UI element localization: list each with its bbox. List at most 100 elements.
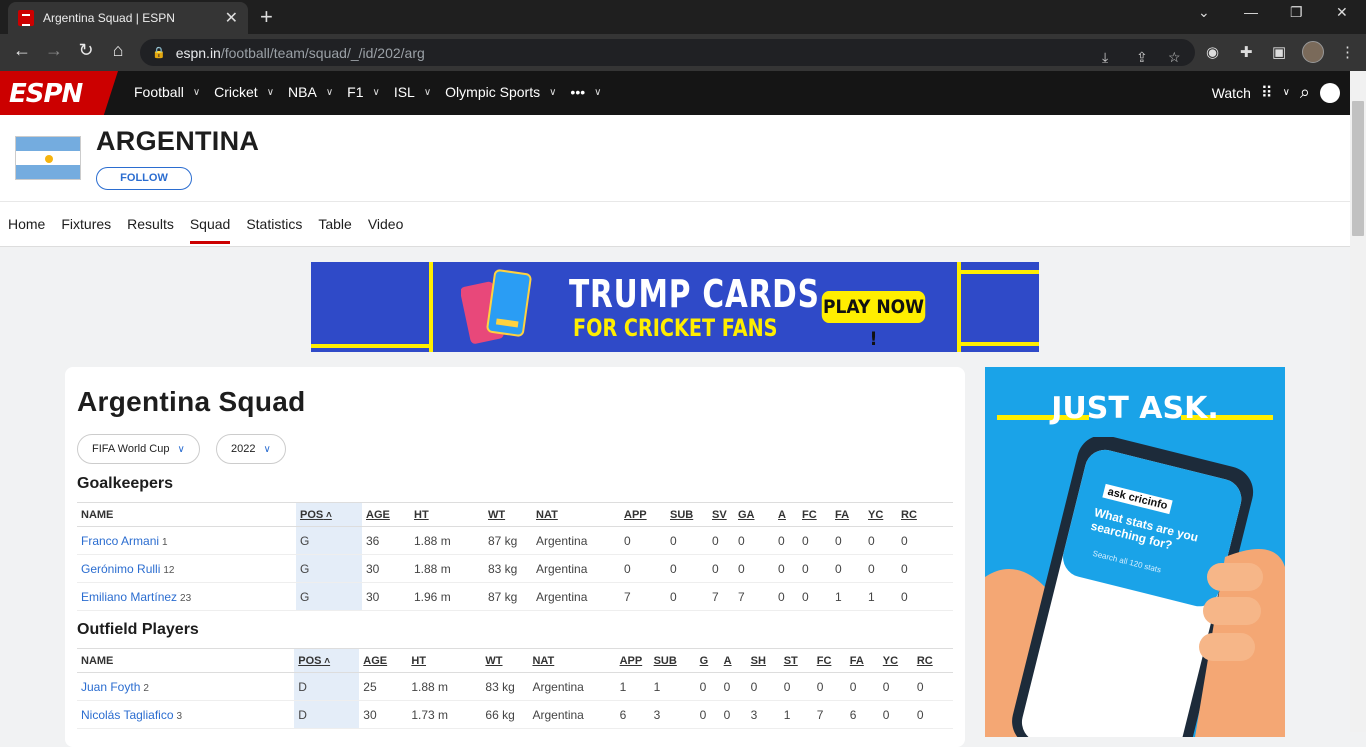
column-header-pos[interactable]: POS ˄ xyxy=(296,502,362,527)
close-tab-icon[interactable]: ✕ xyxy=(225,8,238,28)
home-icon[interactable]: ⌂ xyxy=(106,40,130,61)
nav-item-cricket[interactable]: Cricket ∨ xyxy=(214,84,274,100)
espn-logo[interactable]: ESPN xyxy=(0,71,118,115)
cell-g: 0 xyxy=(695,700,720,729)
column-header-sh[interactable]: SH xyxy=(746,648,780,673)
reload-icon[interactable]: ↻ xyxy=(74,40,98,61)
column-header-age[interactable]: AGE xyxy=(362,502,410,527)
column-header-nat[interactable]: NAT xyxy=(532,502,620,527)
column-header-wt[interactable]: WT xyxy=(481,648,529,673)
new-tab-icon[interactable]: + xyxy=(260,4,273,30)
chevron-down-icon[interactable]: ∨ xyxy=(267,87,274,98)
column-header-wt[interactable]: WT xyxy=(484,502,532,527)
column-header-yc[interactable]: YC xyxy=(878,648,913,673)
column-header-fa[interactable]: FA xyxy=(831,502,864,527)
extension-icon[interactable]: ◉ xyxy=(1206,43,1219,61)
nav-item-football[interactable]: Football ∨ xyxy=(134,84,200,100)
column-header-age[interactable]: AGE xyxy=(359,648,408,673)
player-name[interactable]: Nicolás Tagliafico xyxy=(81,708,174,722)
subnav-video[interactable]: Video xyxy=(368,216,404,244)
share-icon[interactable]: ⇪ xyxy=(1136,49,1148,66)
column-header-sub[interactable]: SUB xyxy=(666,502,708,527)
close-window-icon[interactable]: ✕ xyxy=(1336,4,1348,21)
column-header-sub[interactable]: SUB xyxy=(649,648,696,673)
chevron-down-icon[interactable]: ∨ xyxy=(326,87,333,98)
profile-avatar[interactable] xyxy=(1302,41,1324,63)
subnav-fixtures[interactable]: Fixtures xyxy=(61,216,111,244)
minimize-icon[interactable]: — xyxy=(1244,4,1258,20)
nav-item-isl[interactable]: ISL ∨ xyxy=(394,84,431,100)
player-name-link[interactable]: Franco Armani 1 xyxy=(77,526,296,555)
column-header-pos[interactable]: POS ˄ xyxy=(294,648,360,673)
scrollbar-thumb[interactable] xyxy=(1352,101,1364,236)
player-name[interactable]: Emiliano Martínez xyxy=(81,590,177,604)
chevron-down-icon[interactable]: ∨ xyxy=(549,87,556,98)
watch-link[interactable]: Watch xyxy=(1212,85,1251,101)
player-name-link[interactable]: Emiliano Martínez 23 xyxy=(77,582,296,611)
subnav-home[interactable]: Home xyxy=(8,216,45,244)
column-header-g[interactable]: G xyxy=(695,648,720,673)
column-header-ht[interactable]: HT xyxy=(407,648,482,673)
nav-item-olympic-sports[interactable]: Olympic Sports ∨ xyxy=(445,84,556,100)
chevron-down-icon[interactable]: ∨ xyxy=(1283,87,1290,98)
subnav-results[interactable]: Results xyxy=(127,216,174,244)
column-header-a[interactable]: A xyxy=(719,648,747,673)
column-header-rc[interactable]: RC xyxy=(897,502,953,527)
team-name: ARGENTINA xyxy=(96,126,260,156)
column-header-yc[interactable]: YC xyxy=(864,502,897,527)
follow-button[interactable]: FOLLOW xyxy=(96,167,192,190)
column-header-a[interactable]: A xyxy=(774,502,798,527)
column-header-app[interactable]: APP xyxy=(620,502,666,527)
trump-cards-ad[interactable]: TRUMP CARDS FOR CRICKET FANS PLAY NOW ! xyxy=(311,262,1039,352)
cell-app: 7 xyxy=(620,582,666,611)
player-name[interactable]: Gerónimo Rulli xyxy=(81,562,160,576)
player-name[interactable]: Franco Armani xyxy=(81,534,159,548)
side-panel-icon[interactable]: ▣ xyxy=(1272,43,1286,61)
column-header-fc[interactable]: FC xyxy=(798,502,831,527)
bookmark-star-icon[interactable]: ☆ xyxy=(1168,49,1181,66)
column-header-app[interactable]: APP xyxy=(615,648,650,673)
column-header-sv[interactable]: SV xyxy=(708,502,734,527)
column-header-ga[interactable]: GA xyxy=(734,502,774,527)
player-name-link[interactable]: Gerónimo Rulli 12 xyxy=(77,554,296,583)
subnav-statistics[interactable]: Statistics xyxy=(246,216,302,244)
column-header-nat[interactable]: NAT xyxy=(528,648,616,673)
column-header-fc[interactable]: FC xyxy=(812,648,846,673)
season-select[interactable]: 2022 ∨ xyxy=(216,434,286,464)
ask-cricinfo-ad[interactable]: JUST ASK. ask cricinfo What stats are yo… xyxy=(985,367,1285,737)
chevron-down-icon[interactable]: ∨ xyxy=(193,87,200,98)
chevron-down-icon[interactable]: ∨ xyxy=(424,87,431,98)
nav-item-more[interactable]: ••• ∨ xyxy=(570,84,601,100)
tab-search-icon[interactable]: ⌄ xyxy=(1198,4,1210,21)
profile-icon[interactable] xyxy=(1320,82,1340,103)
competition-select[interactable]: FIFA World Cup ∨ xyxy=(77,434,200,464)
nav-item-f1[interactable]: F1 ∨ xyxy=(347,84,380,100)
forward-icon[interactable]: → xyxy=(42,40,66,61)
chevron-down-icon[interactable]: ∨ xyxy=(373,87,380,98)
search-icon[interactable]: ⌕ xyxy=(1300,82,1310,103)
apps-grid-icon[interactable]: ⠿ xyxy=(1261,83,1273,103)
address-bar[interactable]: 🔒 espn.in/football/team/squad/_/id/202/a… xyxy=(140,39,1195,66)
back-icon[interactable]: ← xyxy=(10,40,34,61)
player-name-link[interactable]: Juan Foyth 2 xyxy=(77,672,295,701)
subnav-squad[interactable]: Squad xyxy=(189,216,231,244)
chevron-down-icon[interactable]: ∨ xyxy=(594,87,601,98)
column-header-fa[interactable]: FA xyxy=(845,648,879,673)
browser-menu-icon[interactable]: ⋮ xyxy=(1340,43,1355,61)
subnav-table[interactable]: Table xyxy=(318,216,351,244)
player-name[interactable]: Juan Foyth xyxy=(81,680,140,694)
column-header-rc[interactable]: RC xyxy=(912,648,953,673)
install-icon[interactable]: ⤓ xyxy=(1102,49,1108,66)
column-header-st[interactable]: ST xyxy=(779,648,813,673)
play-now-button[interactable]: PLAY NOW ! xyxy=(821,291,926,350)
extensions-puzzle-icon[interactable]: ✚ xyxy=(1240,43,1253,61)
page-scrollbar[interactable] xyxy=(1350,71,1366,732)
player-name-link[interactable]: Nicolás Tagliafico 3 xyxy=(77,700,295,729)
restore-icon[interactable]: ❐ xyxy=(1290,4,1303,21)
cell-fc: 0 xyxy=(798,554,831,583)
column-header-ht[interactable]: HT xyxy=(410,502,484,527)
cell-rc: 0 xyxy=(897,526,953,555)
cell-nat: Argentina xyxy=(528,700,616,729)
nav-item-nba[interactable]: NBA ∨ xyxy=(288,84,333,100)
browser-tab[interactable]: Argentina Squad | ESPN ✕ xyxy=(8,2,248,34)
